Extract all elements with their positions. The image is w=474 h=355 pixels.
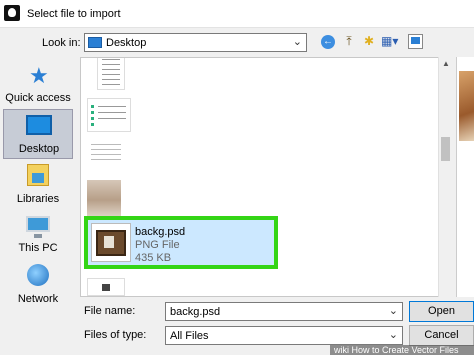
view-menu-icon[interactable]: ▦▾ (381, 34, 403, 50)
file-thumbnail (91, 223, 131, 262)
window-title: Select file to import (27, 8, 121, 20)
file-type: PNG File (135, 239, 180, 251)
photo-thumbnail (87, 180, 121, 220)
lookin-value: Desktop (106, 37, 147, 49)
libraries-icon (27, 164, 49, 186)
title-bar: Select file to import (0, 0, 474, 28)
scroll-thumb[interactable] (441, 137, 450, 161)
place-libraries[interactable]: Libraries (3, 160, 73, 210)
computer-icon (26, 216, 50, 238)
place-quick-access[interactable]: ★ Quick access (3, 59, 73, 109)
image-thumbnail (87, 98, 131, 132)
desktop-icon (26, 115, 52, 135)
filetype-value: All Files (170, 330, 209, 342)
open-button[interactable]: Open (409, 301, 474, 322)
file-name: backg.psd (135, 226, 186, 238)
preview-pane (456, 57, 474, 297)
star-icon: ★ (29, 63, 49, 88)
chevron-down-icon: ⌄ (388, 329, 398, 341)
place-desktop[interactable]: Desktop (3, 109, 73, 159)
up-folder-icon[interactable]: ⤒ (342, 34, 356, 50)
place-label: Quick access (5, 92, 71, 104)
place-label: Network (17, 293, 59, 305)
desktop-view-icon[interactable] (408, 34, 423, 49)
place-network[interactable]: Network (3, 260, 73, 310)
filetype-dropdown[interactable]: All Files ⌄ (165, 326, 403, 345)
filename-label: File name: (84, 305, 136, 317)
lookin-label: Look in: (42, 37, 81, 49)
scroll-up-icon[interactable]: ▲ (439, 57, 453, 71)
file-thumbnail (87, 278, 125, 296)
chevron-down-icon: ⌄ (388, 305, 398, 317)
inkscape-icon (4, 5, 20, 21)
vertical-scrollbar[interactable]: ▲ (438, 57, 452, 297)
filetype-label: Files of type: (84, 329, 147, 341)
network-icon (27, 264, 49, 286)
back-arrow-icon[interactable]: ← (321, 35, 335, 49)
new-folder-icon[interactable]: ✱ (361, 34, 377, 50)
places-bar: ★ Quick access Desktop Libraries This PC… (0, 57, 76, 312)
filename-value: backg.psd (170, 306, 221, 318)
wikihow-watermark: wiki How to Create Vector Files (330, 345, 474, 355)
preview-image (459, 71, 474, 141)
place-label: Desktop (18, 143, 60, 155)
place-label: Libraries (16, 193, 60, 205)
place-this-pc[interactable]: This PC (3, 210, 73, 260)
place-label: This PC (18, 242, 58, 254)
document-thumbnail (97, 58, 125, 90)
chevron-down-icon: ⌄ (292, 36, 302, 48)
filename-field[interactable]: backg.psd ⌄ (165, 302, 403, 321)
cancel-button[interactable]: Cancel (409, 325, 474, 346)
lookin-dropdown[interactable]: Desktop ⌄ (84, 33, 307, 52)
selected-file-row[interactable]: backg.psd PNG File 435 KB (84, 216, 278, 269)
document-thumbnail (87, 140, 125, 166)
file-size: 435 KB (135, 252, 172, 264)
desktop-folder-icon (88, 37, 102, 48)
